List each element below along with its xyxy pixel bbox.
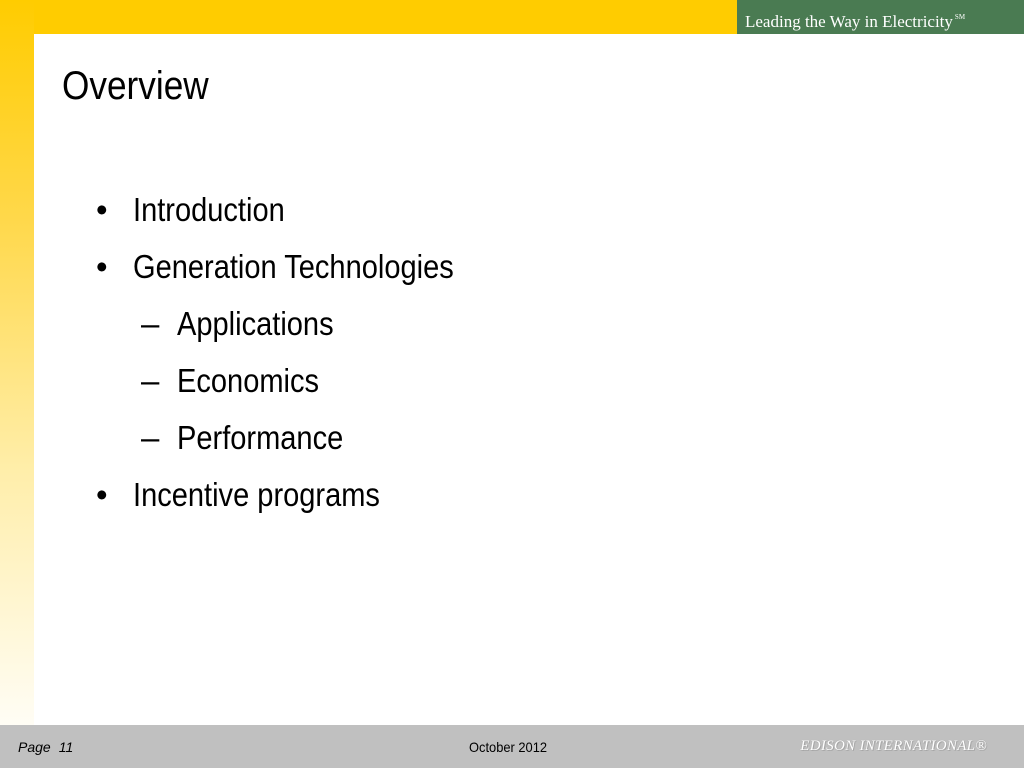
- company-brand: EDISON INTERNATIONAL®: [800, 738, 987, 754]
- page-label: Page: [18, 739, 51, 755]
- bullet-item: • Incentive programs: [0, 471, 900, 528]
- bullet-item: • Generation Technologies: [0, 243, 900, 300]
- bullet-item: • Introduction: [0, 186, 900, 243]
- service-mark: SM: [954, 13, 966, 21]
- bullet-marker: •: [96, 191, 108, 228]
- slide-footer: Page 11 October 2012 EDISON INTERNATIONAL…: [0, 725, 1024, 768]
- sub-bullet-text: Economics: [177, 362, 320, 399]
- slide: Leading the Way in Electricity SM Overvie…: [0, 0, 1024, 768]
- bullet-list: • Introduction • Generation Technologies…: [0, 186, 900, 528]
- page-number: Page 11: [18, 739, 73, 755]
- sub-bullet-item: – Applications: [0, 300, 900, 357]
- tagline-banner: Leading the Way in Electricity SM: [737, 0, 1024, 34]
- sub-bullet-text: Applications: [177, 305, 334, 342]
- tagline-text: Leading the Way in Electricity: [745, 12, 953, 31]
- sub-bullet-item: – Performance: [0, 414, 900, 471]
- sub-bullet-marker: –: [141, 419, 160, 456]
- sub-bullet-marker: –: [141, 362, 160, 399]
- bullet-marker: •: [96, 476, 108, 513]
- sub-bullet-marker: –: [141, 305, 160, 342]
- slide-title: Overview: [62, 64, 209, 108]
- page-number-value: 11: [58, 739, 74, 755]
- bullet-text: Incentive programs: [133, 476, 380, 513]
- bullet-marker: •: [96, 248, 108, 285]
- bullet-text: Generation Technologies: [133, 248, 454, 285]
- sub-bullet-item: – Economics: [0, 357, 900, 414]
- footer-date: October 2012: [469, 739, 548, 755]
- sub-bullet-text: Performance: [177, 419, 344, 456]
- bullet-text: Introduction: [133, 191, 285, 228]
